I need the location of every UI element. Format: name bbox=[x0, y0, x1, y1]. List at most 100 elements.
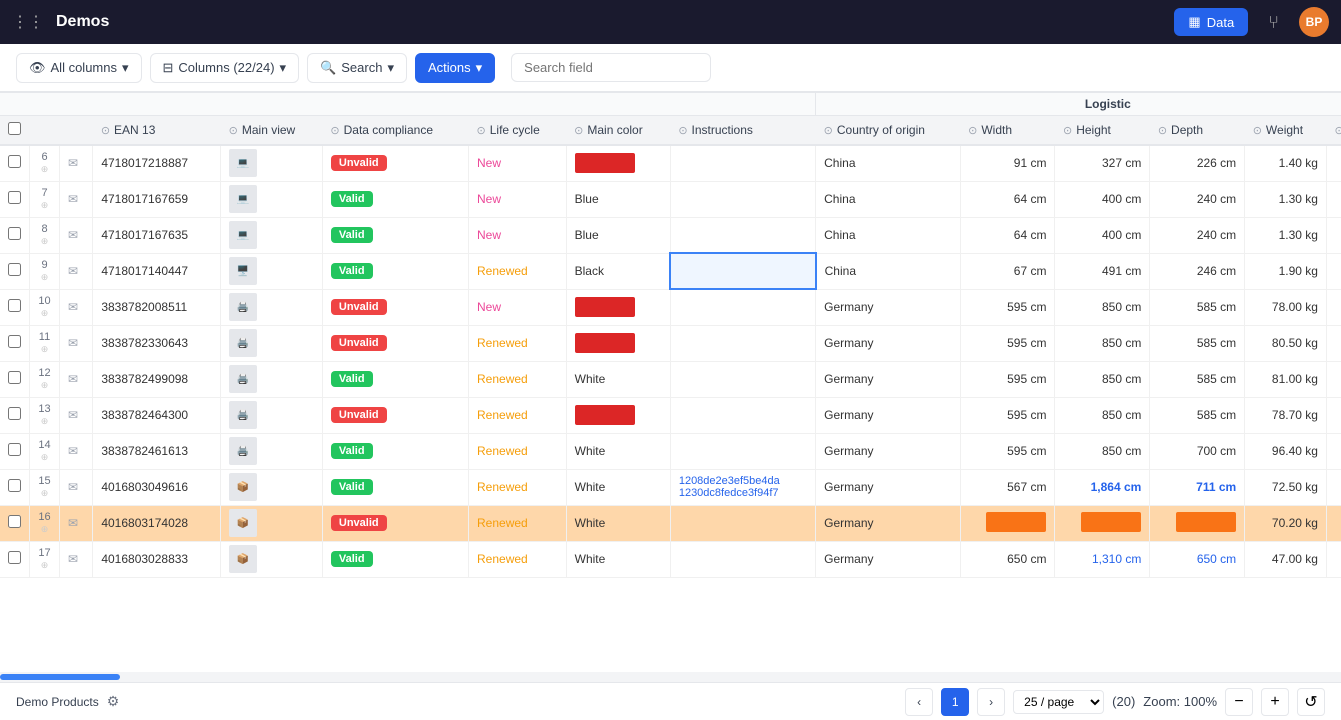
pagination-prev-button[interactable]: ‹ bbox=[905, 688, 933, 716]
row-instructions[interactable] bbox=[670, 217, 815, 253]
col-height[interactable]: ⊙ Height bbox=[1055, 116, 1150, 146]
refresh-button[interactable]: ↺ bbox=[1297, 688, 1325, 716]
row-number: 10⊕ bbox=[30, 289, 60, 325]
row-width: 650 cm bbox=[960, 541, 1055, 577]
row-checkbox-cell[interactable] bbox=[0, 181, 30, 217]
row-checkbox[interactable] bbox=[8, 407, 21, 420]
row-checkbox[interactable] bbox=[8, 299, 21, 312]
all-columns-button[interactable]: 👁 All columns ▾ bbox=[16, 53, 142, 83]
row-checkbox[interactable] bbox=[8, 191, 21, 204]
avatar[interactable]: BP bbox=[1299, 7, 1329, 37]
row-weight: 1.30 kg bbox=[1245, 181, 1327, 217]
email-icon[interactable]: ✉ bbox=[68, 408, 78, 422]
row-instructions[interactable]: 1208de2e3ef5be4da1230dc8fedce3f94f7 bbox=[670, 469, 815, 505]
share-button[interactable]: ⑂ bbox=[1260, 8, 1287, 37]
email-icon[interactable]: ✉ bbox=[68, 300, 78, 314]
row-maincolor: White bbox=[566, 361, 670, 397]
col-ean13[interactable]: ⊙ EAN 13 bbox=[93, 116, 221, 146]
row-lifecycle: Renewed bbox=[469, 397, 567, 433]
row-height: 1,310 cm bbox=[1055, 541, 1150, 577]
row-instructions[interactable] bbox=[670, 289, 815, 325]
email-icon[interactable]: ✉ bbox=[68, 372, 78, 386]
row-checkbox-cell[interactable] bbox=[0, 433, 30, 469]
source-settings-button[interactable]: ⚙ bbox=[103, 691, 124, 712]
email-icon[interactable]: ✉ bbox=[68, 480, 78, 494]
search-button[interactable]: 🔍 Search ▾ bbox=[307, 53, 407, 83]
row-checkbox-cell[interactable] bbox=[0, 361, 30, 397]
search-input[interactable] bbox=[511, 53, 711, 82]
table-row: 17⊕✉4016803028833📦ValidRenewedWhiteGerma… bbox=[0, 541, 1341, 577]
email-icon[interactable]: ✉ bbox=[68, 192, 78, 206]
row-instructions[interactable] bbox=[670, 397, 815, 433]
col-icon-coo: ⊙ bbox=[824, 124, 833, 137]
row-instructions[interactable] bbox=[670, 505, 815, 541]
col-width[interactable]: ⊙ Width bbox=[960, 116, 1055, 146]
row-checkbox[interactable] bbox=[8, 515, 21, 528]
row-instructions[interactable] bbox=[670, 253, 815, 289]
row-checkbox[interactable] bbox=[8, 479, 21, 492]
columns-icon: ⊟ bbox=[163, 60, 174, 76]
email-icon[interactable]: ✉ bbox=[68, 552, 78, 566]
col-icon-h: ⊙ bbox=[1063, 124, 1072, 137]
row-checkbox-cell[interactable] bbox=[0, 505, 30, 541]
row-ean13: 4718017167635 bbox=[93, 217, 221, 253]
columns-button[interactable]: ⊟ Columns (22/24) ▾ bbox=[150, 53, 300, 83]
row-checkbox[interactable] bbox=[8, 263, 21, 276]
row-checkbox-cell[interactable] bbox=[0, 397, 30, 433]
data-tab-button[interactable]: ▦ Data bbox=[1174, 8, 1248, 36]
row-instructions[interactable] bbox=[670, 361, 815, 397]
row-instructions[interactable] bbox=[670, 433, 815, 469]
col-country[interactable]: ⊙ Country of origin bbox=[816, 116, 960, 146]
row-instructions[interactable] bbox=[670, 145, 815, 181]
col-stock[interactable]: ⊙ Stock bbox=[1326, 116, 1341, 146]
row-checkbox-cell[interactable] bbox=[0, 289, 30, 325]
row-compliance: Unvalid bbox=[322, 397, 468, 433]
row-lifecycle: Renewed bbox=[469, 433, 567, 469]
row-stock bbox=[1326, 217, 1341, 253]
row-instructions[interactable] bbox=[670, 541, 815, 577]
pagination-next-button[interactable]: › bbox=[977, 688, 1005, 716]
row-checkbox[interactable] bbox=[8, 227, 21, 240]
row-compliance: Unvalid bbox=[322, 325, 468, 361]
row-instructions[interactable] bbox=[670, 325, 815, 361]
email-icon[interactable]: ✉ bbox=[68, 228, 78, 242]
row-checkbox-cell[interactable] bbox=[0, 253, 30, 289]
instructions-link[interactable]: 1208de2e3ef5be4da1230dc8fedce3f94f7 bbox=[679, 475, 799, 499]
col-maincolor[interactable]: ⊙ Main color bbox=[566, 116, 670, 146]
scroll-thumb[interactable] bbox=[0, 674, 120, 680]
row-checkbox[interactable] bbox=[8, 335, 21, 348]
col-check[interactable] bbox=[0, 116, 30, 146]
email-icon[interactable]: ✉ bbox=[68, 264, 78, 278]
row-checkbox[interactable] bbox=[8, 443, 21, 456]
row-checkbox-cell[interactable] bbox=[0, 217, 30, 253]
zoom-out-button[interactable]: − bbox=[1225, 688, 1253, 716]
row-checkbox-cell[interactable] bbox=[0, 541, 30, 577]
col-datacompliance[interactable]: ⊙ Data compliance bbox=[322, 116, 468, 146]
row-checkbox[interactable] bbox=[8, 155, 21, 168]
col-lifecycle[interactable]: ⊙ Life cycle bbox=[469, 116, 567, 146]
lifecycle-value: Renewed bbox=[477, 552, 528, 566]
col-weight[interactable]: ⊙ Weight bbox=[1245, 116, 1327, 146]
zoom-in-button[interactable]: + bbox=[1261, 688, 1289, 716]
email-icon[interactable]: ✉ bbox=[68, 336, 78, 350]
row-checkbox[interactable] bbox=[8, 551, 21, 564]
table-container[interactable]: Logistic ⊙ EAN 13 ⊙ Main view bbox=[0, 92, 1341, 672]
row-checkbox-cell[interactable] bbox=[0, 469, 30, 505]
select-all-checkbox[interactable] bbox=[8, 122, 21, 135]
pagination-page-1[interactable]: 1 bbox=[941, 688, 969, 716]
email-icon[interactable]: ✉ bbox=[68, 444, 78, 458]
col-instructions[interactable]: ⊙ Instructions bbox=[670, 116, 815, 146]
row-lifecycle: Renewed bbox=[469, 469, 567, 505]
email-icon[interactable]: ✉ bbox=[68, 156, 78, 170]
row-checkbox[interactable] bbox=[8, 371, 21, 384]
row-checkbox-cell[interactable] bbox=[0, 145, 30, 181]
row-icons: ✉ bbox=[60, 145, 93, 181]
actions-button[interactable]: Actions ▾ bbox=[415, 53, 495, 83]
scroll-bar[interactable] bbox=[0, 672, 1341, 682]
col-depth[interactable]: ⊙ Depth bbox=[1150, 116, 1245, 146]
email-icon[interactable]: ✉ bbox=[68, 516, 78, 530]
row-instructions[interactable] bbox=[670, 181, 815, 217]
row-weight: 80.50 kg bbox=[1245, 325, 1327, 361]
col-mainview[interactable]: ⊙ Main view bbox=[221, 116, 323, 146]
row-checkbox-cell[interactable] bbox=[0, 325, 30, 361]
